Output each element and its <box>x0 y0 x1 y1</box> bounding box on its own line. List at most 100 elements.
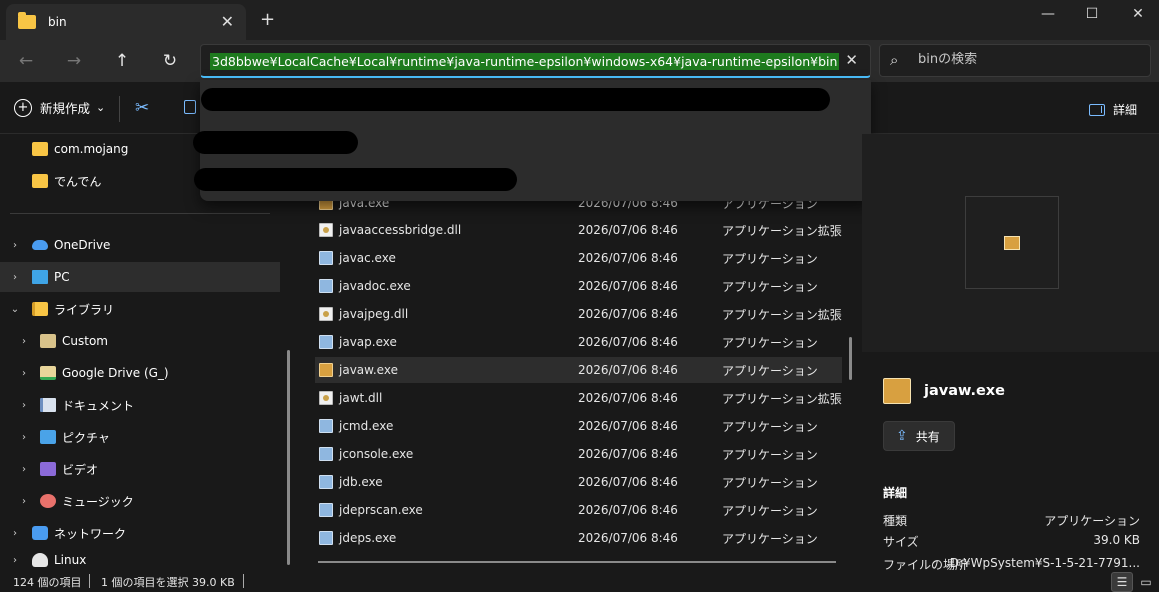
search-icon: ⌕ <box>890 51 899 69</box>
sidebar-item-google-drive[interactable]: › Google Drive (G_) <box>0 358 280 388</box>
prop-label: 種類 <box>883 514 908 528</box>
table-row[interactable]: jdeps.exe 2026/07/06 8:46 アプリケーション <box>315 525 842 551</box>
address-text[interactable]: 3d8bbwe¥LocalCache¥Local¥runtime¥java-ru… <box>210 53 840 70</box>
sidebar-item-onedrive[interactable]: › OneDrive <box>0 230 280 260</box>
tab-bin[interactable]: bin ✕ <box>6 4 246 40</box>
search-box[interactable]: ⌕ <box>879 44 1151 77</box>
details-button-label: 詳細 <box>1113 103 1138 117</box>
table-row[interactable]: jdeprscan.exe 2026/07/06 8:46 アプリケーション <box>315 497 842 523</box>
sidebar-item-pc[interactable]: › PC <box>0 262 280 292</box>
close-window-button[interactable]: ✕ <box>1115 2 1159 26</box>
search-input[interactable] <box>918 52 1138 67</box>
cut-icon[interactable]: ✂ <box>135 98 149 118</box>
redacted-suggestion[interactable] <box>193 131 358 154</box>
minimize-button[interactable]: — <box>1025 2 1071 26</box>
chevron-down-icon[interactable]: ⌄ <box>9 304 21 315</box>
table-row[interactable]: jdb.exe 2026/07/06 8:46 アプリケーション <box>315 469 842 495</box>
table-row-selected[interactable]: javaw.exe 2026/07/06 8:46 アプリケーション <box>315 357 842 383</box>
chevron-right-icon[interactable]: › <box>9 555 21 566</box>
sidebar-item-label: Google Drive (G_) <box>62 366 169 380</box>
sidebar-item-label: ライブラリ <box>54 302 115 317</box>
sidebar-item-documents[interactable]: › ドキュメント <box>0 390 280 420</box>
chevron-right-icon[interactable]: › <box>9 272 21 283</box>
details-heading: 詳細 <box>883 486 908 500</box>
exe-icon <box>319 279 333 293</box>
sidebar-scrollbar[interactable] <box>287 350 290 565</box>
chevron-right-icon[interactable]: › <box>18 400 30 411</box>
folder-icon <box>32 174 48 188</box>
new-tab-button[interactable]: + <box>260 9 275 30</box>
exe-icon <box>319 503 333 517</box>
file-list-scrollbar[interactable] <box>849 337 852 380</box>
maximize-button[interactable]: ☐ <box>1069 2 1115 26</box>
sidebar-item-pictures[interactable]: › ピクチャ <box>0 422 280 452</box>
java-icon <box>319 363 333 377</box>
table-row[interactable]: javaaccessbridge.dll 2026/07/06 8:46 アプリ… <box>315 217 842 243</box>
chevron-right-icon[interactable]: › <box>18 336 30 347</box>
redacted-suggestion[interactable] <box>201 88 830 111</box>
address-row: ← → ↑ ↻ 3d8bbwe¥LocalCache¥Local¥runtime… <box>0 40 1159 82</box>
sidebar-item-network[interactable]: › ネットワーク <box>0 518 280 548</box>
refresh-button[interactable]: ↻ <box>155 49 185 73</box>
tiles-view-icon[interactable]: ▭ <box>1135 572 1157 592</box>
sidebar-item-label: ミュージック <box>62 494 134 509</box>
sidebar-divider <box>10 213 270 214</box>
music-icon <box>40 494 56 508</box>
copy-icon[interactable] <box>184 100 196 114</box>
horizontal-scrollbar[interactable] <box>318 561 836 563</box>
status-divider <box>243 574 244 588</box>
table-row[interactable]: javajpeg.dll 2026/07/06 8:46 アプリケーション拡張 <box>315 301 842 327</box>
prop-value: アプリケーション <box>1044 514 1140 528</box>
chevron-right-icon[interactable]: › <box>9 240 21 251</box>
table-row[interactable]: javac.exe 2026/07/06 8:46 アプリケーション <box>315 245 842 271</box>
network-icon <box>32 526 48 540</box>
sidebar-item-label: ピクチャ <box>62 430 110 445</box>
prop-label: サイズ <box>883 535 919 549</box>
library-icon <box>32 302 48 316</box>
table-row[interactable]: jconsole.exe 2026/07/06 8:46 アプリケーション <box>315 441 842 467</box>
details-button[interactable]: 詳細 <box>1089 101 1137 118</box>
table-row[interactable]: jcmd.exe 2026/07/06 8:46 アプリケーション <box>315 413 842 439</box>
details-view-icon[interactable]: ☰ <box>1111 572 1133 592</box>
share-button-label: 共有 <box>915 429 940 444</box>
exe-icon <box>319 531 333 545</box>
forward-button[interactable]: → <box>59 49 89 73</box>
toolbar-divider <box>119 96 120 122</box>
table-row[interactable]: javadoc.exe 2026/07/06 8:46 アプリケーション <box>315 273 842 299</box>
table-row[interactable]: javap.exe 2026/07/06 8:46 アプリケーション <box>315 329 842 355</box>
up-button[interactable]: ↑ <box>107 49 137 73</box>
picture-icon <box>40 430 56 444</box>
back-button[interactable]: ← <box>11 49 41 73</box>
chevron-right-icon[interactable]: › <box>18 368 30 379</box>
exe-icon <box>319 335 333 349</box>
dll-icon <box>319 391 333 405</box>
tab-close-icon[interactable]: ✕ <box>221 12 234 31</box>
sidebar-item-custom[interactable]: › Custom <box>0 326 280 356</box>
sidebar-item-label: ドキュメント <box>62 398 135 413</box>
file-thumbnail <box>965 196 1059 289</box>
folder-icon <box>32 142 48 156</box>
sidebar-item-linux[interactable]: › Linux <box>0 550 280 570</box>
sidebar-item-label: でんでん <box>54 174 102 189</box>
share-icon: ⇪ <box>896 428 908 444</box>
share-button[interactable]: ⇪ 共有 <box>883 421 955 451</box>
sidebar-item-label: Linux <box>54 553 87 567</box>
table-row[interactable]: jawt.dll 2026/07/06 8:46 アプリケーション拡張 <box>315 385 842 411</box>
chevron-right-icon[interactable]: › <box>18 464 30 475</box>
chevron-right-icon[interactable]: › <box>18 496 30 507</box>
exe-icon <box>319 251 333 265</box>
sidebar-item-music[interactable]: › ミュージック <box>0 486 280 516</box>
chevron-right-icon[interactable]: › <box>18 432 30 443</box>
new-button[interactable]: + 新規作成 ⌄ <box>14 98 105 117</box>
chevron-down-icon: ⌄ <box>96 101 106 114</box>
dll-icon <box>319 307 333 321</box>
clear-address-icon[interactable]: ✕ <box>845 51 858 69</box>
address-bar[interactable]: 3d8bbwe¥LocalCache¥Local¥runtime¥java-ru… <box>200 44 871 78</box>
folder-icon <box>18 12 36 29</box>
redacted-suggestion[interactable] <box>194 168 517 191</box>
sidebar-item-videos[interactable]: › ビデオ <box>0 454 280 484</box>
sidebar-item-library[interactable]: ⌄ ライブラリ <box>0 294 280 324</box>
preview-file-name: javaw.exe <box>924 383 1005 399</box>
plus-icon: + <box>14 98 32 117</box>
chevron-right-icon[interactable]: › <box>9 528 21 539</box>
